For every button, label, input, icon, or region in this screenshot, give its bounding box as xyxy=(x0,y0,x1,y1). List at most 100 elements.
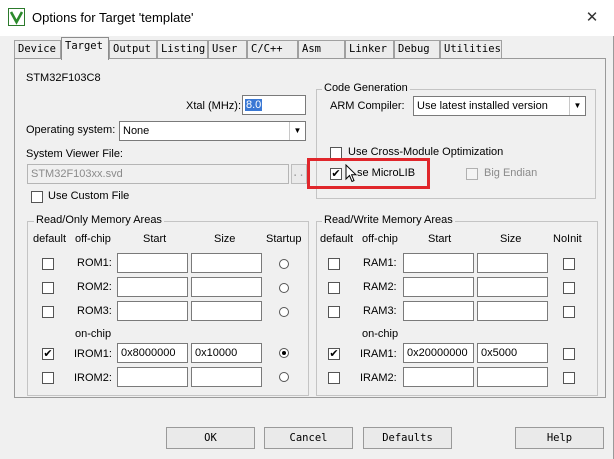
rom2-startup-radio[interactable] xyxy=(279,283,289,293)
irom2-label: IROM2: xyxy=(74,372,112,384)
iram2-start-input[interactable] xyxy=(403,367,474,387)
ram3-noinit-checkbox[interactable] xyxy=(563,306,575,318)
ram2-size-input[interactable] xyxy=(477,277,548,297)
ro-header-startup: Startup xyxy=(266,233,302,245)
ram3-size-input[interactable] xyxy=(477,301,548,321)
ram1-start-input[interactable] xyxy=(403,253,474,273)
close-button[interactable]: ✕ xyxy=(580,7,604,29)
rom3-default-checkbox[interactable] xyxy=(42,306,54,318)
tab-linker[interactable]: Linker xyxy=(345,40,394,59)
big-endian-checkbox xyxy=(466,168,478,180)
ro-header-default: default xyxy=(33,233,67,245)
xtal-input[interactable]: 8.0 xyxy=(242,95,306,115)
custom-file-label: Use Custom File xyxy=(48,190,130,202)
ram2-default-checkbox[interactable] xyxy=(328,282,340,294)
rom2-size-input[interactable] xyxy=(191,277,262,297)
tab-device[interactable]: Device xyxy=(14,40,61,59)
svd-browse-button: ... xyxy=(291,164,311,184)
svd-label: System Viewer File: xyxy=(26,148,123,160)
os-value: None xyxy=(123,125,150,137)
rw-header-offchip: off-chip xyxy=(362,233,398,245)
ram1-label: RAM1: xyxy=(363,257,397,269)
rom1-start-input[interactable] xyxy=(117,253,188,273)
ro-onchip-label: on-chip xyxy=(75,328,112,340)
irom2-size-input[interactable] xyxy=(191,367,262,387)
window-title: Options for Target 'template' xyxy=(32,10,194,25)
cancel-button[interactable]: Cancel xyxy=(264,427,353,449)
rom1-label: ROM1: xyxy=(77,257,112,269)
os-label: Operating system: xyxy=(26,124,116,136)
iram2-noinit-checkbox[interactable] xyxy=(563,372,575,384)
rom2-start-input[interactable] xyxy=(117,277,188,297)
code-generation-title: Code Generation xyxy=(322,82,410,94)
ram2-noinit-checkbox[interactable] xyxy=(563,282,575,294)
iram1-start-input[interactable]: 0x20000000 xyxy=(403,343,474,363)
rom3-label: ROM3: xyxy=(77,305,112,317)
iram1-size-input[interactable]: 0x5000 xyxy=(477,343,548,363)
irom1-default-checkbox[interactable]: ✔ xyxy=(42,348,54,360)
iram2-size-input[interactable] xyxy=(477,367,548,387)
ram1-default-checkbox[interactable] xyxy=(328,258,340,270)
os-select[interactable]: None ▼ xyxy=(119,121,306,141)
rom1-default-checkbox[interactable] xyxy=(42,258,54,270)
tab-c-cpp[interactable]: C/C++ xyxy=(247,40,298,59)
irom1-start-input[interactable]: 0x8000000 xyxy=(117,343,188,363)
irom1-label: IROM1: xyxy=(74,348,112,360)
tab-listing[interactable]: Listing xyxy=(157,40,208,59)
rw-header-noinit: NoInit xyxy=(553,233,582,245)
ok-button[interactable]: OK xyxy=(166,427,255,449)
rom3-size-input[interactable] xyxy=(191,301,262,321)
rom2-label: ROM2: xyxy=(77,281,112,293)
cross-module-label: Use Cross-Module Optimization xyxy=(348,146,504,158)
iram1-default-checkbox[interactable]: ✔ xyxy=(328,348,340,360)
ro-memory-title: Read/Only Memory Areas xyxy=(34,214,164,226)
rom1-startup-radio[interactable] xyxy=(279,259,289,269)
rom3-startup-radio[interactable] xyxy=(279,307,289,317)
rom3-start-input[interactable] xyxy=(117,301,188,321)
irom1-startup-radio[interactable] xyxy=(279,348,289,358)
rw-onchip-label: on-chip xyxy=(362,328,399,340)
ram2-start-input[interactable] xyxy=(403,277,474,297)
keil-uvision-icon xyxy=(8,8,25,26)
ro-header-size: Size xyxy=(214,233,236,245)
rw-header-size: Size xyxy=(500,233,522,245)
chevron-down-icon: ▼ xyxy=(569,97,585,115)
tab-debug[interactable]: Debug xyxy=(394,40,440,59)
ram3-label: RAM3: xyxy=(363,305,397,317)
help-button[interactable]: Help xyxy=(515,427,604,449)
svd-input: STM32F103xx.svd xyxy=(27,164,289,184)
tab-utilities[interactable]: Utilities xyxy=(440,40,502,59)
iram1-label: IRAM1: xyxy=(360,348,397,360)
tab-user[interactable]: User xyxy=(208,40,247,59)
ro-header-offchip: off-chip xyxy=(75,233,111,245)
rw-memory-title: Read/Write Memory Areas xyxy=(322,214,455,226)
xtal-value: 8.0 xyxy=(245,99,263,111)
highlight-box xyxy=(307,158,430,189)
tab-target[interactable]: Target xyxy=(61,37,109,60)
iram1-noinit-checkbox[interactable] xyxy=(563,348,575,360)
mouse-cursor-icon xyxy=(345,164,357,183)
ram1-noinit-checkbox[interactable] xyxy=(563,258,575,270)
rom2-default-checkbox[interactable] xyxy=(42,282,54,294)
ram3-default-checkbox[interactable] xyxy=(328,306,340,318)
iram2-default-checkbox[interactable] xyxy=(328,372,340,384)
arm-compiler-select[interactable]: Use latest installed version ▼ xyxy=(413,96,586,116)
ro-header-start: Start xyxy=(143,233,167,245)
irom2-startup-radio[interactable] xyxy=(279,372,289,382)
ram3-start-input[interactable] xyxy=(403,301,474,321)
custom-file-checkbox[interactable] xyxy=(31,191,43,203)
arm-compiler-value: Use latest installed version xyxy=(417,100,548,112)
title-bar: Options for Target 'template' ✕ xyxy=(0,0,614,36)
irom2-start-input[interactable] xyxy=(117,367,188,387)
defaults-button[interactable]: Defaults xyxy=(363,427,452,449)
iram2-label: IRAM2: xyxy=(360,372,397,384)
chevron-down-icon: ▼ xyxy=(289,122,305,140)
tab-output[interactable]: Output xyxy=(109,40,157,59)
device-name: STM32F103C8 xyxy=(26,72,101,84)
rom1-size-input[interactable] xyxy=(191,253,262,273)
irom2-default-checkbox[interactable] xyxy=(42,372,54,384)
tab-asm[interactable]: Asm xyxy=(298,40,345,59)
ram1-size-input[interactable] xyxy=(477,253,548,273)
irom1-size-input[interactable]: 0x10000 xyxy=(191,343,262,363)
options-dialog: Options for Target 'template' ✕ Device T… xyxy=(0,0,614,459)
